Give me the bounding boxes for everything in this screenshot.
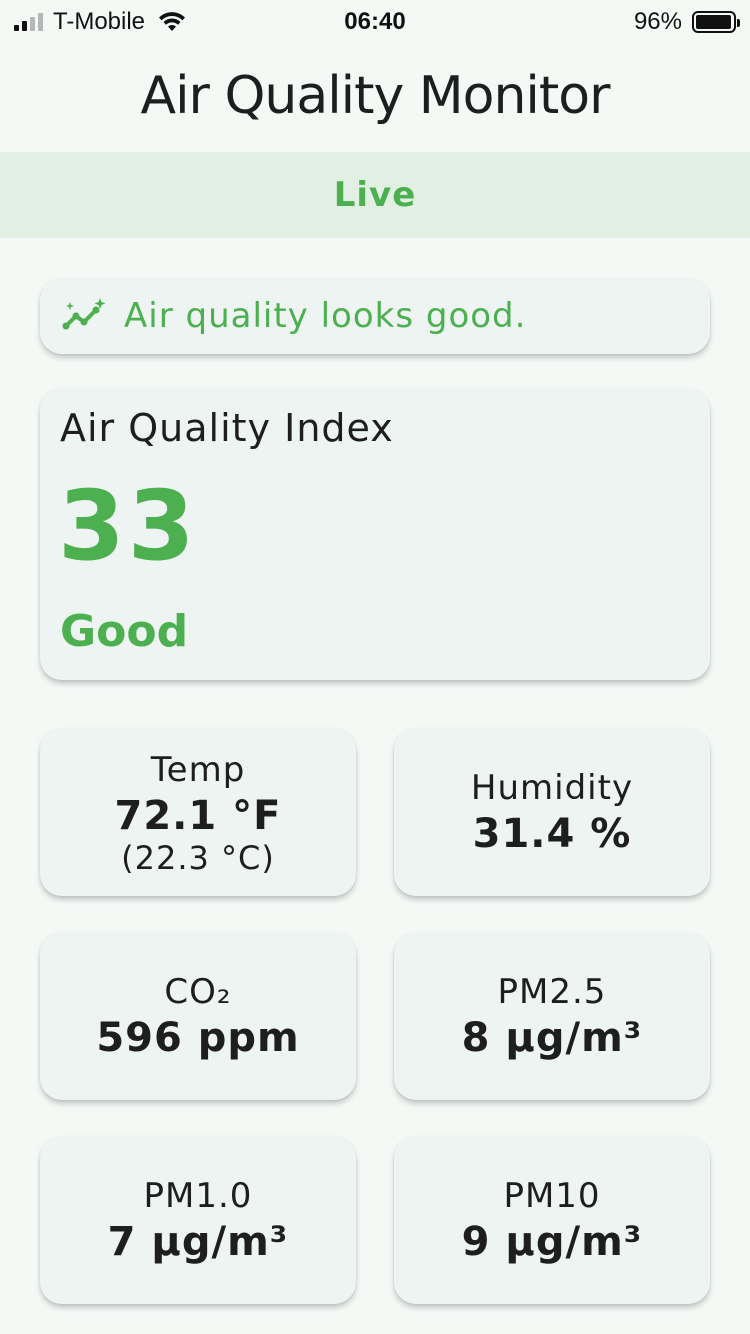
aqi-label: Air Quality Index bbox=[60, 406, 394, 450]
humidity-label: Humidity bbox=[470, 768, 634, 808]
aqi-status: Good bbox=[60, 606, 189, 657]
page-title: Air Quality Monitor bbox=[140, 66, 611, 126]
aqi-value: 33 bbox=[58, 470, 198, 582]
co2-value: 596 ppm bbox=[96, 1015, 300, 1061]
pm1-card: PM1.0 7 µg/m³ bbox=[40, 1136, 356, 1304]
humidity-card: Humidity 31.4 % bbox=[394, 728, 710, 896]
status-message-text: Air quality looks good. bbox=[124, 296, 527, 336]
pm25-card: PM2.5 8 µg/m³ bbox=[394, 932, 710, 1100]
status-right: 96% bbox=[633, 8, 740, 36]
pm10-value: 9 µg/m³ bbox=[461, 1219, 643, 1265]
temp-label: Temp bbox=[150, 750, 246, 790]
pm25-value: 8 µg/m³ bbox=[461, 1015, 643, 1061]
status-bar: T-Mobile 06:40 96% bbox=[0, 0, 750, 42]
pm25-label: PM2.5 bbox=[497, 972, 607, 1012]
temp-value: 72.1 °F bbox=[114, 793, 282, 839]
battery-icon bbox=[692, 11, 740, 33]
temp-card: Temp 72.1 °F (22.3 °C) bbox=[40, 728, 356, 896]
pm10-label: PM10 bbox=[503, 1176, 601, 1216]
temp-celsius: (22.3 °C) bbox=[121, 839, 275, 877]
sparkle-trend-icon bbox=[62, 298, 106, 330]
humidity-value: 31.4 % bbox=[472, 811, 632, 857]
live-label: Live bbox=[333, 175, 417, 215]
live-banner: Live bbox=[0, 152, 750, 238]
co2-card: CO₂ 596 ppm bbox=[40, 932, 356, 1100]
pm1-label: PM1.0 bbox=[143, 1176, 253, 1216]
pm1-value: 7 µg/m³ bbox=[107, 1219, 289, 1265]
co2-label: CO₂ bbox=[164, 972, 232, 1012]
aqi-card: Air Quality Index 33 Good bbox=[40, 388, 710, 680]
pm10-card: PM10 9 µg/m³ bbox=[394, 1136, 710, 1304]
status-message-card: Air quality looks good. bbox=[40, 278, 710, 354]
battery-percent: 96% bbox=[633, 8, 682, 35]
